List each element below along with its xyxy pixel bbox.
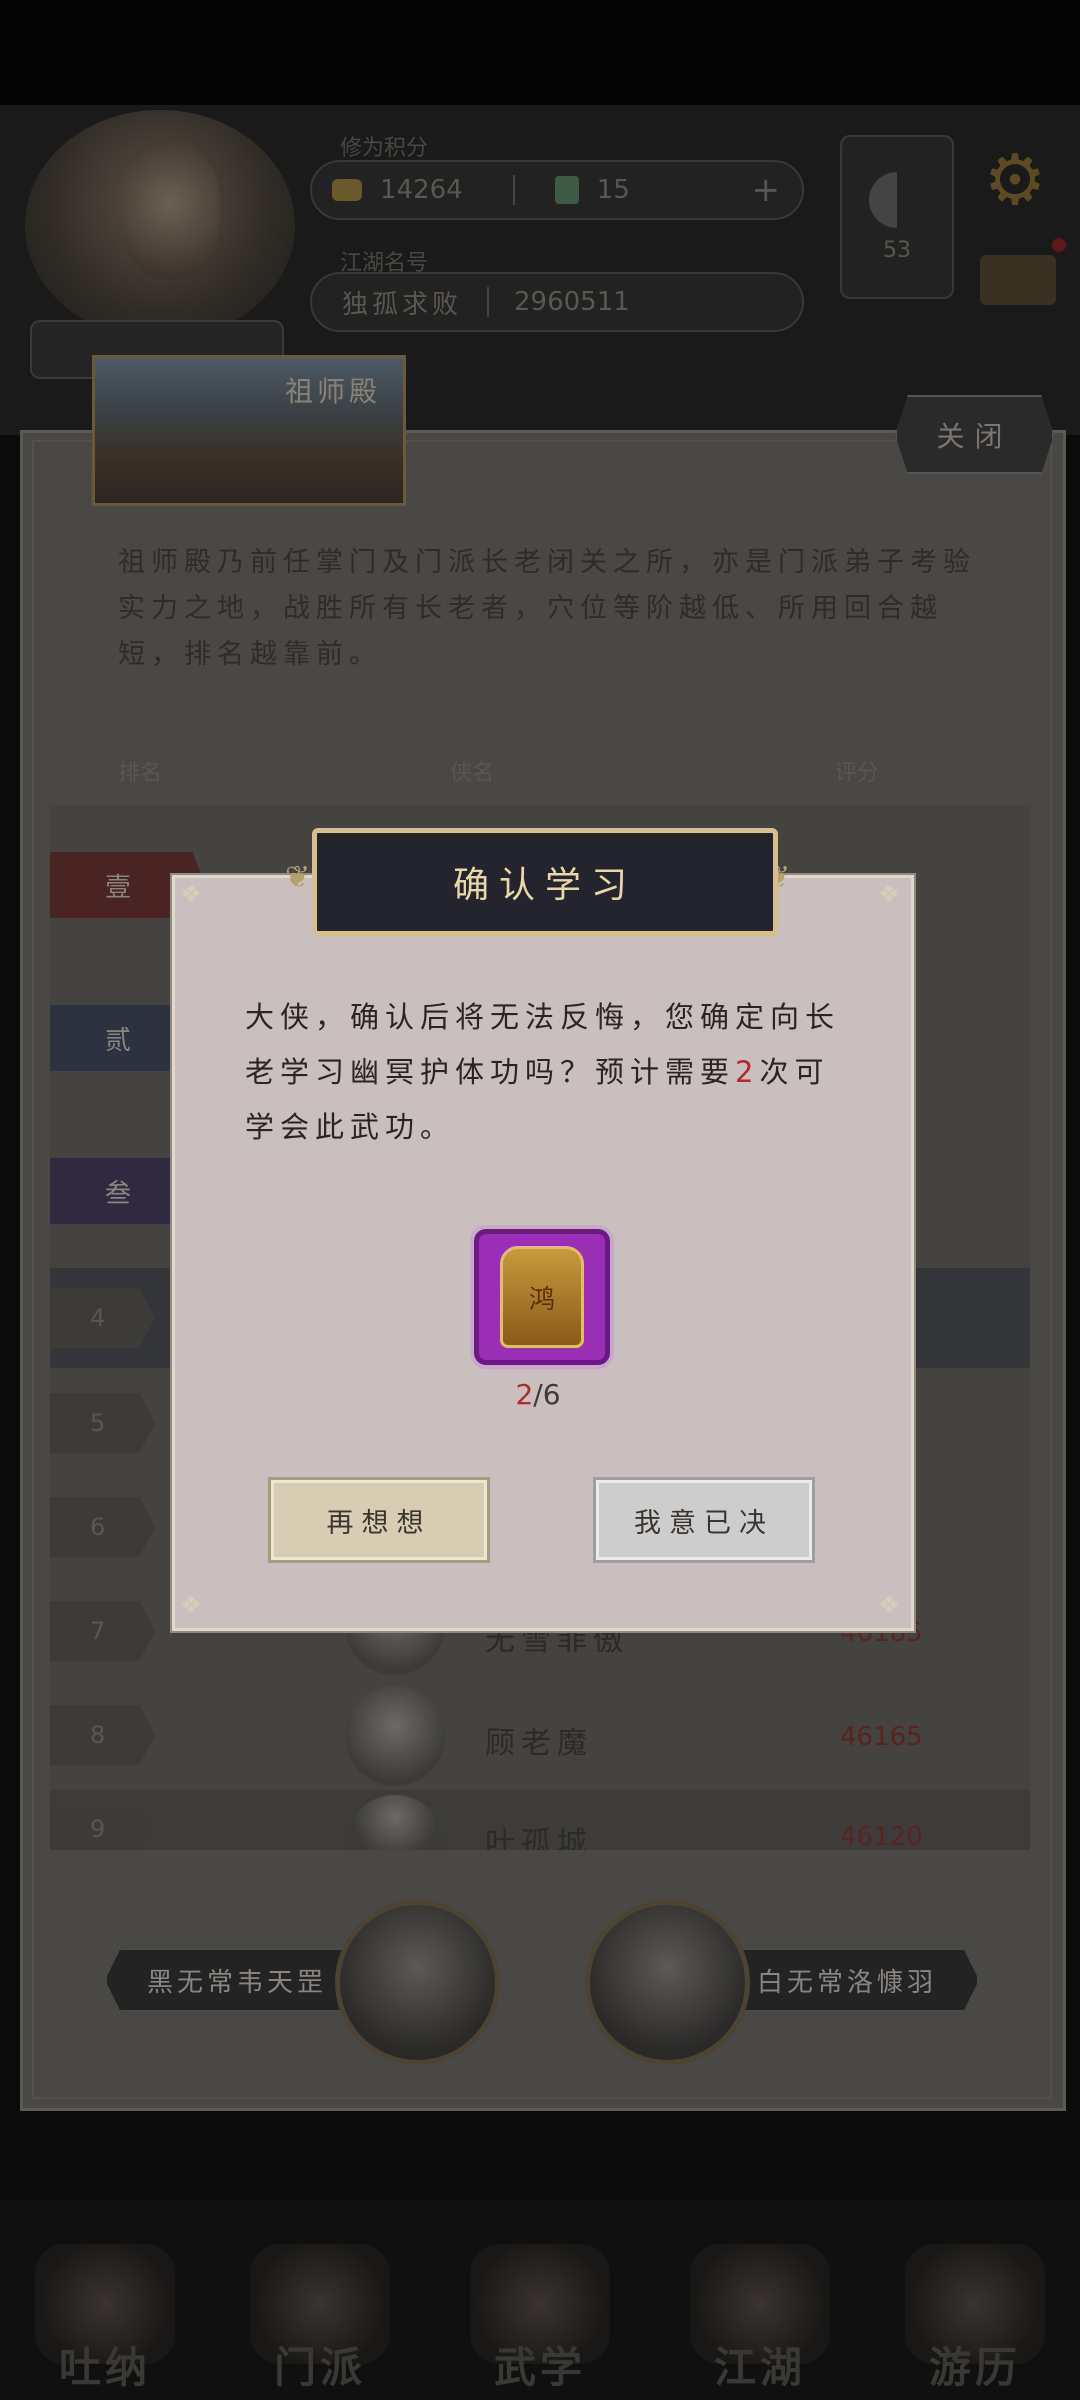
- corner-ornament: ❖: [180, 880, 202, 908]
- jade-icon: [554, 176, 579, 204]
- nav-label: 门派: [273, 2343, 366, 2392]
- rank-number: 4: [50, 1288, 155, 1348]
- rank-number: 9: [50, 1808, 155, 1850]
- cancel-button[interactable]: 再想想: [268, 1477, 490, 1563]
- level-badge[interactable]: 53: [840, 135, 954, 299]
- column-name: 侠名: [450, 761, 495, 786]
- hall-description: 祖师殿乃前任掌门及门派长老闭关之所，亦是门派弟子考验实力之地，战胜所有长老者，穴…: [118, 547, 976, 670]
- nav-tuna[interactable]: 吐纳: [30, 2225, 180, 2395]
- nav-jianghu[interactable]: 江湖: [685, 2225, 835, 2395]
- status-bar: [0, 0, 1080, 105]
- count-current: 2: [515, 1378, 534, 1411]
- title-ornament: ❦: [285, 860, 311, 895]
- title-bar: 独孤求败 2960511: [310, 272, 804, 332]
- avatar: [345, 1686, 445, 1786]
- gear-icon[interactable]: ⚙: [980, 145, 1050, 215]
- hud-section1-label: 修为积分: [340, 136, 429, 161]
- mail-icon[interactable]: [980, 255, 1056, 305]
- row-score: 46165: [840, 1722, 923, 1752]
- level-value: 53: [883, 237, 911, 263]
- rank-number: 8: [50, 1705, 155, 1765]
- divider: [487, 287, 490, 317]
- corner-ornament: ❖: [878, 880, 900, 908]
- player-title: 独孤求败: [342, 289, 463, 320]
- notification-dot: [1052, 238, 1066, 252]
- corner-ornament: ❖: [180, 1591, 202, 1619]
- nav-martial[interactable]: 武学: [465, 2225, 615, 2395]
- column-rank: 排名: [118, 761, 163, 786]
- corner-ornament: ❖: [878, 1591, 900, 1619]
- column-score: 评分: [835, 761, 880, 786]
- taiji-icon: [869, 171, 925, 228]
- nav-travel[interactable]: 游历: [900, 2225, 1050, 2395]
- row-name: 顾老魔: [485, 1726, 593, 1761]
- required-times: 2: [735, 1055, 760, 1089]
- count-total: /6: [533, 1378, 561, 1411]
- gold-icon: [332, 179, 362, 201]
- nav-sect[interactable]: 门派: [245, 2225, 395, 2395]
- nav-label: 游历: [928, 2343, 1021, 2392]
- row-name: 叶孤城: [485, 1826, 593, 1850]
- token-icon: 鸿: [500, 1246, 584, 1348]
- jade-amount: 15: [596, 175, 630, 205]
- nav-label: 江湖: [713, 2343, 806, 2392]
- nav-label: 吐纳: [58, 2343, 151, 2392]
- row-score: 46120: [840, 1822, 923, 1850]
- divider: [512, 175, 515, 205]
- nav-label: 武学: [493, 2343, 586, 2392]
- hall-title: 祖师殿: [285, 375, 382, 408]
- boss-left-avatar[interactable]: [335, 1900, 500, 2065]
- item-count: 2/6: [470, 1378, 606, 1411]
- currency-bar: 14264 15 +: [310, 160, 804, 220]
- dialog-message: 大侠，确认后将无法反悔，您确定向长老学习幽冥护体功吗？预计需要2次可学会此武功。: [245, 990, 845, 1155]
- player-portrait: [120, 140, 220, 280]
- dialog-title: 确认学习: [312, 828, 778, 936]
- item-slot[interactable]: 鸿: [470, 1225, 614, 1369]
- player-power: 2960511: [514, 287, 630, 317]
- token-glyph: 鸿: [528, 1284, 555, 1315]
- boss-right-name: 白无常洛慷羽: [715, 1948, 979, 2012]
- confirm-button[interactable]: 我意已决: [593, 1477, 815, 1563]
- boss-right-avatar[interactable]: [585, 1900, 750, 2065]
- rank-number: 5: [50, 1393, 155, 1453]
- coin-amount: 14264: [380, 175, 463, 205]
- boss-left-name: 黑无常韦天罡: [105, 1948, 369, 2012]
- add-currency-button[interactable]: +: [752, 170, 781, 210]
- close-button[interactable]: 关闭: [895, 395, 1054, 474]
- rank-number: 7: [50, 1601, 155, 1661]
- rank-number: 6: [50, 1497, 155, 1557]
